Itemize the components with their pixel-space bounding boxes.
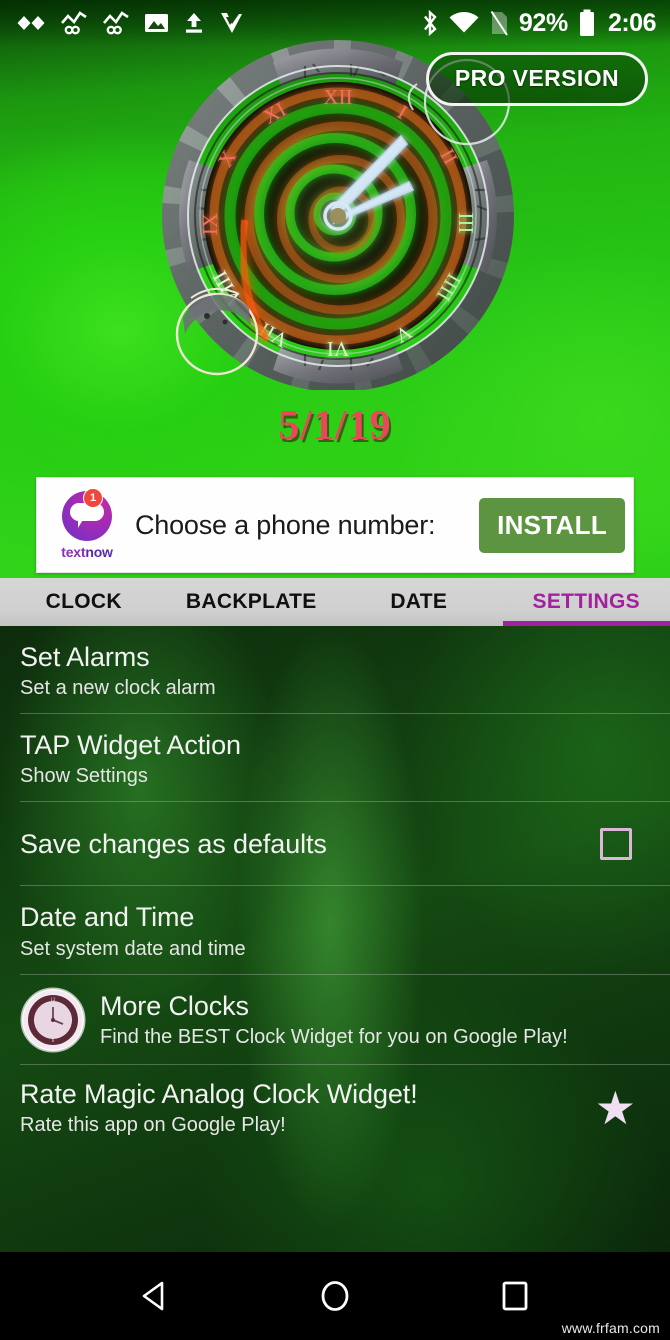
textnow-app-icon: 1 <box>62 487 112 541</box>
image-icon <box>145 14 168 32</box>
status-bar-clock: 2:06 <box>607 8 657 37</box>
svg-text:12: 12 <box>51 998 57 1003</box>
settings-row-set-alarms[interactable]: Set Alarms Set a new clock alarm <box>0 626 670 715</box>
no-sim-icon <box>490 10 508 36</box>
star-icon[interactable]: ★ <box>595 1085 636 1131</box>
settings-row-tap-widget-action[interactable]: TAP Widget Action Show Settings <box>0 714 670 803</box>
row-body: Rate Magic Analog Clock Widget! Rate thi… <box>20 1079 595 1137</box>
row-title: TAP Widget Action <box>20 730 241 761</box>
battery-icon <box>579 9 594 36</box>
row-body: More Clocks Find the BEST Clock Widget f… <box>100 991 650 1049</box>
tab-clock[interactable]: CLOCK <box>0 578 168 626</box>
row-body: Set Alarms Set a new clock alarm <box>20 642 650 700</box>
home-circle-icon <box>321 1281 349 1311</box>
settings-list: Set Alarms Set a new clock alarm TAP Wid… <box>0 626 670 1252</box>
settings-row-save-defaults[interactable]: Save changes as defaults <box>0 802 670 887</box>
tab-settings[interactable]: SETTINGS <box>502 578 670 626</box>
status-bar-system: 92% 2:06 <box>421 8 657 38</box>
ad-brand-part2: now <box>85 543 113 560</box>
row-subtitle: Rate this app on Google Play! <box>20 1113 286 1136</box>
graph-infinity-icon-2 <box>103 11 129 35</box>
row-subtitle: Find the BEST Clock Widget for you on Go… <box>100 1025 568 1048</box>
tab-backplate[interactable]: BACKPLATE <box>168 578 336 626</box>
ad-brand-part1: text <box>61 543 86 560</box>
ad-headline: Choose a phone number: <box>135 509 436 540</box>
notification-badge: 1 <box>83 487 103 508</box>
graph-infinity-icon <box>61 11 87 35</box>
row-title: Rate Magic Analog Clock Widget! <box>20 1078 418 1109</box>
status-bar-notifications <box>16 11 243 35</box>
save-defaults-checkbox[interactable] <box>600 828 632 861</box>
svg-text:IX: IX <box>198 213 222 235</box>
pro-version-button[interactable]: PRO VERSION <box>425 52 648 106</box>
ad-logo: 1 textnow <box>49 487 125 560</box>
widget-date-label: 5/1/19 <box>278 403 392 449</box>
watermark-label: www.frfam.com <box>561 1320 660 1336</box>
ad-banner[interactable]: 1 textnow Choose a phone number: INSTALL <box>36 477 634 573</box>
row-subtitle: Show Settings <box>20 765 148 788</box>
status-bar: 92% 2:06 <box>0 0 670 46</box>
svg-text:III: III <box>454 213 478 234</box>
nav-back-button[interactable] <box>65 1252 245 1340</box>
settings-row-more-clocks[interactable]: 12 3 6 9 More Clocks Find the BEST Clock Wi… <box>0 975 670 1065</box>
tab-date[interactable]: DATE <box>335 578 503 626</box>
svg-text:XII: XII <box>323 85 352 109</box>
row-subtitle: Set a new clock alarm <box>20 677 216 700</box>
phone-screen: 92% 2:06 PRO VERSION XII I II III IIII V… <box>0 0 670 1340</box>
back-triangle-icon <box>142 1281 164 1311</box>
wifi-icon <box>449 12 479 33</box>
svg-text:VI: VI <box>327 337 349 361</box>
install-button[interactable]: INSTALL <box>479 497 625 553</box>
tab-bar: CLOCK BACKPLATE DATE SETTINGS <box>0 578 670 626</box>
upload-icon <box>186 13 202 33</box>
row-body: Save changes as defaults <box>20 829 600 859</box>
ad-brand-label: textnow <box>61 544 113 560</box>
bluetooth-icon <box>423 10 437 36</box>
nav-home-button[interactable] <box>245 1252 425 1340</box>
row-title: More Clocks <box>100 990 249 1021</box>
row-subtitle: Set system date and time <box>20 937 246 960</box>
infinity-icon <box>17 16 45 30</box>
row-body: Date and Time Set system date and time <box>20 902 650 960</box>
row-title: Date and Time <box>20 902 195 933</box>
recents-square-icon <box>502 1281 528 1311</box>
row-title: Set Alarms <box>20 642 150 672</box>
battery-percent-label: 92% <box>518 8 568 37</box>
row-body: TAP Widget Action Show Settings <box>20 730 650 788</box>
settings-row-date-and-time[interactable]: Date and Time Set system date and time <box>0 886 670 975</box>
settings-row-rate-app[interactable]: Rate Magic Analog Clock Widget! Rate thi… <box>0 1065 670 1151</box>
check-v-icon <box>221 13 242 33</box>
clock-icon: 12 3 6 9 <box>20 987 86 1053</box>
row-title: Save changes as defaults <box>20 829 327 860</box>
